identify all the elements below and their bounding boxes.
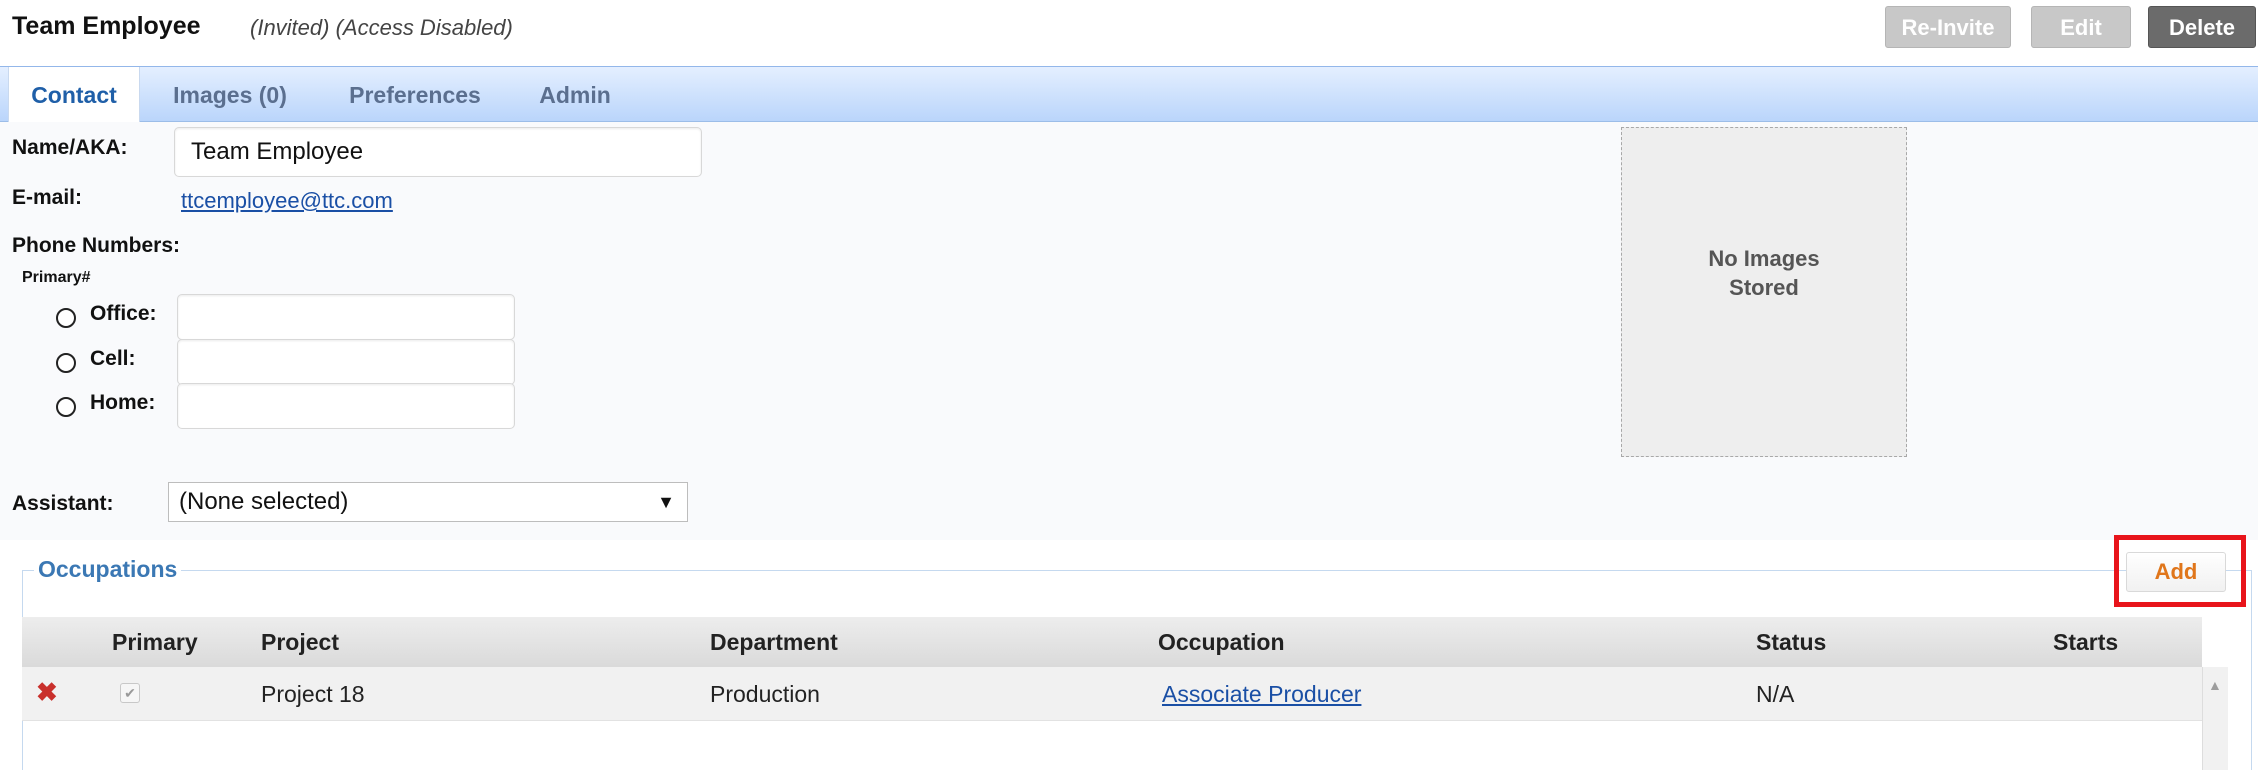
assistant-label: Assistant: xyxy=(12,492,114,515)
occupation-link[interactable]: Associate Producer xyxy=(1162,681,1361,707)
tab-admin[interactable]: Admin xyxy=(525,67,625,123)
occupations-table-header: Primary Project Department Occupation St… xyxy=(22,617,2202,667)
reinvite-button[interactable]: Re-Invite xyxy=(1885,6,2011,48)
edit-button[interactable]: Edit xyxy=(2031,6,2131,48)
caret-down-icon: ▼ xyxy=(657,492,675,512)
cell-department: Production xyxy=(710,681,820,707)
cell-project: Project 18 xyxy=(261,681,365,707)
table-row: ✖ ✔ Project 18 Production Associate Prod… xyxy=(22,667,2202,721)
name-input[interactable]: Team Employee xyxy=(174,127,702,177)
primary-label: Primary# xyxy=(22,269,91,286)
triangle-up-icon[interactable]: ▲ xyxy=(2208,677,2222,693)
tab-bar: Contact Images (0) Preferences Admin xyxy=(0,66,2258,124)
col-department[interactable]: Department xyxy=(710,629,838,656)
page-title: Team Employee xyxy=(12,12,201,40)
stored-text: Stored xyxy=(1729,275,1799,300)
tab-preferences[interactable]: Preferences xyxy=(330,67,500,123)
office-label: Office: xyxy=(90,302,157,325)
cell-phone-input[interactable] xyxy=(177,339,515,385)
phone-numbers-label: Phone Numbers: xyxy=(12,234,181,257)
name-label: Name/AKA: xyxy=(12,136,128,159)
add-occupation-button[interactable]: Add xyxy=(2126,552,2226,592)
delete-button[interactable]: Delete xyxy=(2148,6,2256,48)
close-x-icon[interactable]: ✖ xyxy=(36,677,58,708)
office-primary-radio[interactable] xyxy=(56,308,76,328)
cell-primary-radio[interactable] xyxy=(56,353,76,373)
email-label: E-mail: xyxy=(12,186,83,209)
tab-contact[interactable]: Contact xyxy=(8,67,140,124)
home-label: Home: xyxy=(90,391,156,414)
tab-images[interactable]: Images (0) xyxy=(155,67,305,123)
office-phone-input[interactable] xyxy=(177,294,515,340)
col-occupation[interactable]: Occupation xyxy=(1158,629,1285,656)
occupations-legend: Occupations xyxy=(34,556,182,583)
primary-checkbox: ✔ xyxy=(120,683,140,703)
col-starts[interactable]: Starts xyxy=(2053,629,2118,656)
image-placeholder: No Images Stored xyxy=(1621,127,1907,457)
col-primary[interactable]: Primary xyxy=(112,629,198,656)
col-status[interactable]: Status xyxy=(1756,629,1826,656)
cell-status: N/A xyxy=(1756,681,1795,707)
cell-label: Cell: xyxy=(90,347,136,370)
assistant-select[interactable]: (None selected) ▼ xyxy=(168,482,688,522)
col-project[interactable]: Project xyxy=(261,629,339,656)
status-text: (Invited) (Access Disabled) xyxy=(250,15,513,40)
cell-occupation: Associate Producer xyxy=(1162,681,1361,708)
email-link[interactable]: ttcemployee@ttc.com xyxy=(181,188,393,214)
home-primary-radio[interactable] xyxy=(56,397,76,417)
home-phone-input[interactable] xyxy=(177,383,515,429)
assistant-value: (None selected) xyxy=(179,488,349,515)
no-images-text: No Images xyxy=(1708,246,1820,271)
